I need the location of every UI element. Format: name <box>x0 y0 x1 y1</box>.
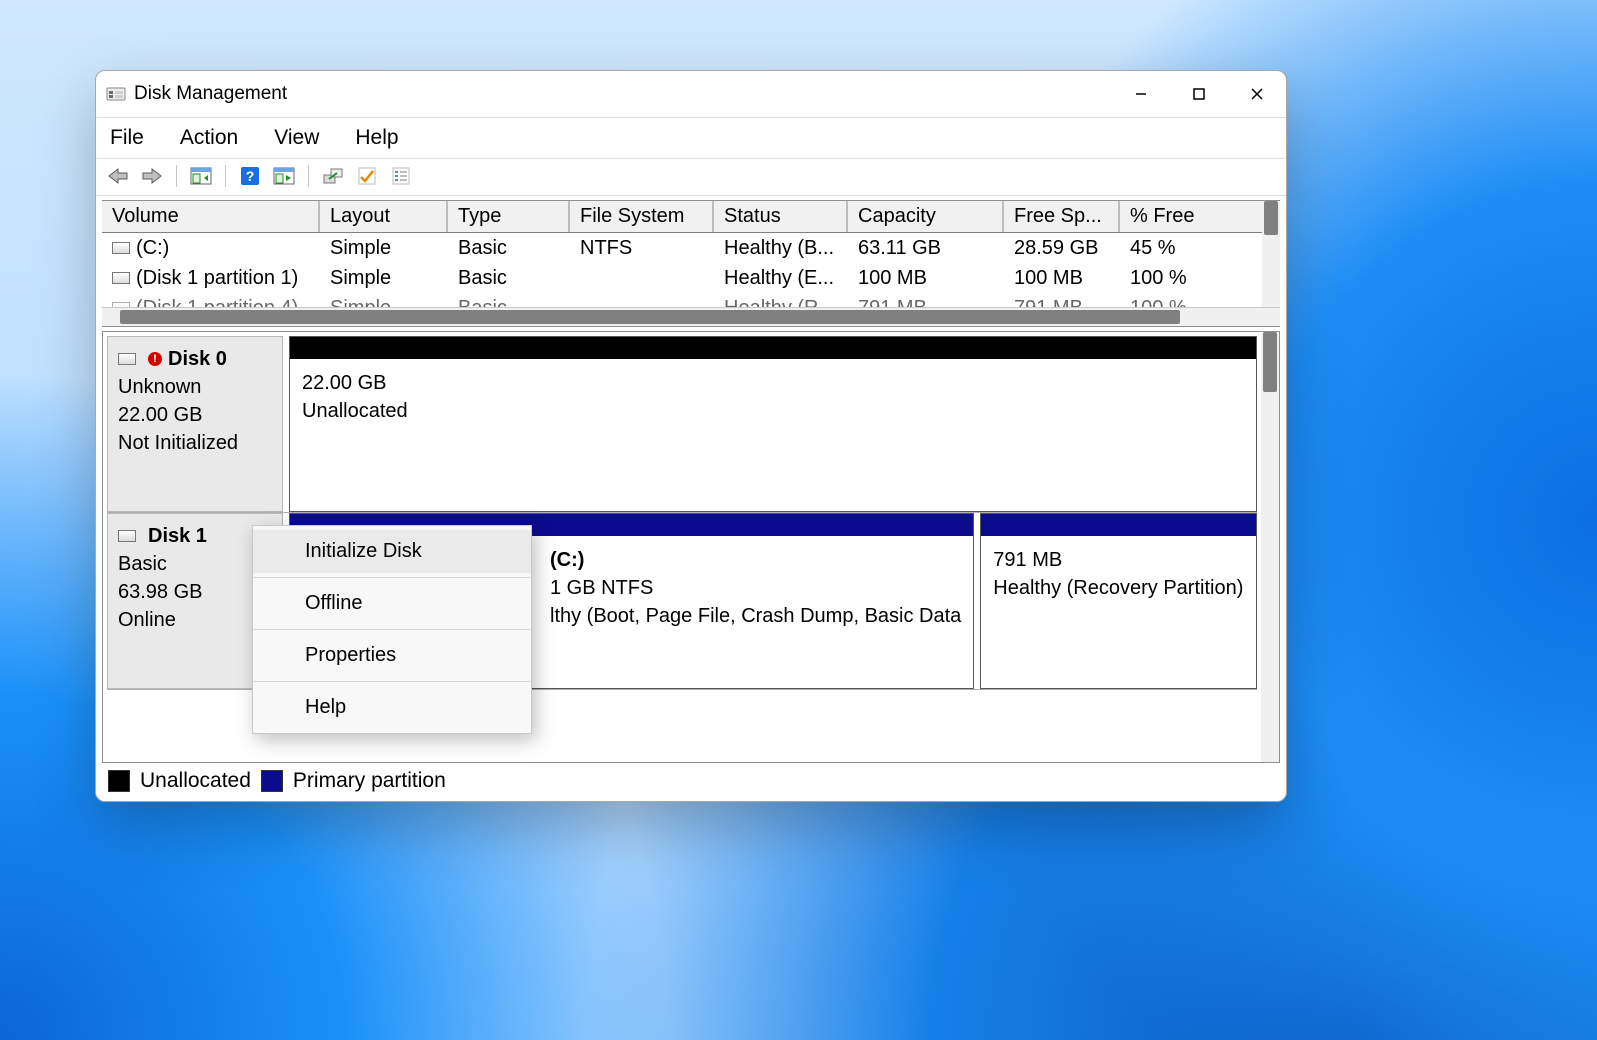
column-type[interactable]: Type <box>448 201 570 232</box>
disk1-type: Basic <box>118 550 272 578</box>
volume-free: 791 MB <box>1004 297 1120 308</box>
volume-layout: Simple <box>320 267 448 290</box>
desktop-background: Disk Management File Action View Help <box>0 0 1597 1040</box>
disk1-size: 63.98 GB <box>118 578 272 606</box>
disk0-unallocated-region[interactable]: 22.00 GB Unallocated <box>289 336 1257 512</box>
menu-file[interactable]: File <box>106 124 148 152</box>
partition-header-primary <box>981 514 1256 536</box>
disk1-state: Online <box>118 606 272 634</box>
column-file-system[interactable]: File System <box>570 201 714 232</box>
partition-status: Healthy (Recovery Partition) <box>993 574 1244 602</box>
volume-row[interactable]: (Disk 1 partition 4) Simple Basic Health… <box>102 293 1280 307</box>
volume-row[interactable]: (Disk 1 partition 1) Simple Basic Health… <box>102 263 1280 293</box>
menu-help[interactable]: Help <box>351 124 402 152</box>
disk0-state: Not Initialized <box>118 429 272 457</box>
unallocated-label: Unallocated <box>302 397 1244 425</box>
volume-layout: Simple <box>320 237 448 260</box>
volume-list-horizontal-scrollbar[interactable] <box>102 307 1280 326</box>
toolbar-separator <box>176 165 177 187</box>
menubar: File Action View Help <box>96 118 1286 159</box>
volume-pct-free: 100 % <box>1120 267 1220 290</box>
legend-swatch-unallocated <box>108 770 130 792</box>
volume-name: (Disk 1 partition 4) <box>136 297 298 308</box>
context-menu-separator <box>253 681 531 682</box>
column-volume[interactable]: Volume <box>102 201 320 232</box>
disk0-size: 22.00 GB <box>118 401 272 429</box>
volume-status: Healthy (E... <box>714 267 848 290</box>
svg-text:?: ? <box>246 168 255 184</box>
maximize-button[interactable] <box>1170 71 1228 117</box>
volume-layout: Simple <box>320 297 448 308</box>
disk-pane-vertical-scrollbar[interactable] <box>1261 332 1279 762</box>
volume-name: (C:) <box>136 237 169 259</box>
context-menu-separator <box>253 577 531 578</box>
volume-status: Healthy (R... <box>714 297 848 308</box>
menu-action[interactable]: Action <box>176 124 242 152</box>
column-status[interactable]: Status <box>714 201 848 232</box>
volume-capacity: 791 MB <box>848 297 1004 308</box>
legend-label-unallocated: Unallocated <box>140 769 251 793</box>
toolbar: ? <box>96 159 1286 196</box>
connect-button[interactable] <box>319 163 347 189</box>
column-layout[interactable]: Layout <box>320 201 448 232</box>
alert-icon: ! <box>148 352 162 366</box>
legend-swatch-primary <box>261 770 283 792</box>
unallocated-size: 22.00 GB <box>302 369 1244 397</box>
volume-pct-free: 100 % <box>1120 297 1220 308</box>
volume-pct-free: 45 % <box>1120 237 1220 260</box>
disk0-row[interactable]: ! Disk 0 Unknown 22.00 GB Not Initialize… <box>107 336 1257 513</box>
forward-button[interactable] <box>138 163 166 189</box>
back-button[interactable] <box>104 163 132 189</box>
refresh-button[interactable] <box>270 163 298 189</box>
volume-type: Basic <box>448 237 570 260</box>
app-icon <box>106 84 126 104</box>
volume-list: Volume Layout Type File System Status Ca… <box>102 200 1280 327</box>
volume-status: Healthy (B... <box>714 237 848 260</box>
list-view-button[interactable] <box>387 163 415 189</box>
volume-capacity: 100 MB <box>848 267 1004 290</box>
partition-detail: 791 MB <box>993 546 1244 574</box>
volume-capacity: 63.11 GB <box>848 237 1004 260</box>
options-button[interactable] <box>353 163 381 189</box>
disk0-side-panel[interactable]: ! Disk 0 Unknown 22.00 GB Not Initialize… <box>107 336 283 512</box>
legend-label-primary: Primary partition <box>293 769 446 793</box>
window-title: Disk Management <box>134 83 287 105</box>
help-button[interactable]: ? <box>236 163 264 189</box>
disk-icon <box>118 353 136 365</box>
volume-free: 100 MB <box>1004 267 1120 290</box>
disk-icon <box>118 530 136 542</box>
minimize-button[interactable] <box>1112 71 1170 117</box>
column-pct-free[interactable]: % Free <box>1120 201 1220 232</box>
disk0-name: Disk 0 <box>168 345 227 373</box>
volume-list-header: Volume Layout Type File System Status Ca… <box>102 201 1280 233</box>
toolbar-separator <box>308 165 309 187</box>
context-menu-separator <box>253 629 531 630</box>
toolbar-separator <box>225 165 226 187</box>
disk0-context-menu: Initialize Disk Offline Properties Help <box>252 525 532 734</box>
volume-fs: NTFS <box>570 237 714 260</box>
menu-view[interactable]: View <box>270 124 323 152</box>
column-free-space[interactable]: Free Sp... <box>1004 201 1120 232</box>
disk1-partition-recovery[interactable]: 791 MB Healthy (Recovery Partition) <box>980 513 1257 689</box>
disk0-type: Unknown <box>118 373 272 401</box>
volume-type: Basic <box>448 267 570 290</box>
column-capacity[interactable]: Capacity <box>848 201 1004 232</box>
close-button[interactable] <box>1228 71 1286 117</box>
disk1-name: Disk 1 <box>148 522 207 550</box>
volume-row[interactable]: (C:) Simple Basic NTFS Healthy (B... 63.… <box>102 233 1280 263</box>
drive-icon <box>112 272 130 284</box>
context-menu-help[interactable]: Help <box>253 686 531 729</box>
volume-list-body: (C:) Simple Basic NTFS Healthy (B... 63.… <box>102 233 1280 307</box>
context-menu-offline[interactable]: Offline <box>253 582 531 625</box>
volume-type: Basic <box>448 297 570 308</box>
context-menu-properties[interactable]: Properties <box>253 634 531 677</box>
titlebar[interactable]: Disk Management <box>96 71 1286 118</box>
partition-header-unallocated <box>290 337 1256 359</box>
volume-name: (Disk 1 partition 1) <box>136 267 298 289</box>
context-menu-initialize-disk[interactable]: Initialize Disk <box>253 530 531 573</box>
legend: Unallocated Primary partition <box>102 767 1280 795</box>
drive-icon <box>112 242 130 254</box>
volume-free: 28.59 GB <box>1004 237 1120 260</box>
show-hide-tree-button[interactable] <box>187 163 215 189</box>
